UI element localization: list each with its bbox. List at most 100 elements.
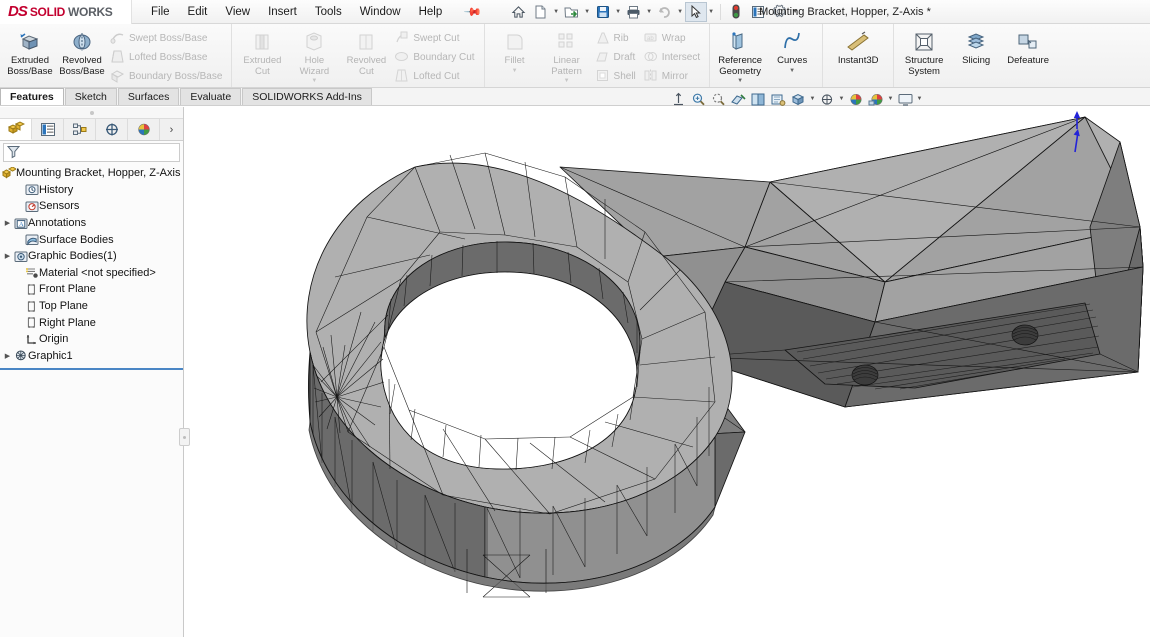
configuration-manager-tab[interactable] — [64, 119, 96, 140]
reference-geometry-dropdown-caret[interactable]: ▼ — [737, 78, 743, 84]
appearance-dropdown-caret[interactable]: ▼ — [837, 96, 846, 102]
slicing-button[interactable]: Slicing — [950, 27, 1002, 67]
tree-item-front-plane[interactable]: Front Plane — [0, 281, 183, 298]
previous-view-icon[interactable] — [708, 90, 728, 109]
mounting-bracket-mesh[interactable]: .f1{fill:#a2a2a2}.f2{fill:#909090}.f3{fi… — [185, 107, 1150, 637]
new-document-dropdown-caret[interactable]: ▼ — [552, 9, 561, 15]
draft-button[interactable]: Draft — [593, 48, 641, 67]
new-document-icon[interactable] — [530, 2, 552, 22]
chevron-right-icon[interactable]: › — [160, 119, 183, 140]
defeature-button[interactable]: Defeature — [1002, 27, 1054, 67]
menu-file[interactable]: File — [142, 3, 179, 21]
linear-pattern-button[interactable]: Linear Pattern ▼ — [541, 27, 593, 84]
tab-surfaces[interactable]: Surfaces — [117, 88, 180, 105]
save-dropdown-caret[interactable]: ▼ — [614, 9, 623, 15]
section-view-icon[interactable] — [728, 90, 748, 109]
hide-show-dropdown-caret[interactable]: ▼ — [808, 96, 817, 102]
select-dropdown-caret[interactable]: ▼ — [707, 9, 716, 15]
print-dropdown-caret[interactable]: ▼ — [645, 9, 654, 15]
filter-input[interactable] — [21, 146, 179, 159]
menu-help[interactable]: Help — [410, 3, 452, 21]
tree-item-material[interactable]: Material <not specified> — [0, 265, 183, 282]
hole-wizard-dropdown-caret[interactable]: ▼ — [311, 78, 317, 84]
mirror-button[interactable]: Mirror — [641, 67, 705, 86]
tree-item-annotations[interactable]: ▶ A Annotations — [0, 215, 183, 232]
hide-show-items-icon[interactable] — [788, 90, 808, 109]
shell-button[interactable]: Shell — [593, 67, 641, 86]
panel-collapse-handle[interactable] — [0, 107, 183, 118]
select-pointer-icon[interactable] — [684, 1, 707, 22]
tree-item-top-plane[interactable]: Top Plane — [0, 298, 183, 315]
undo-icon[interactable] — [654, 2, 676, 22]
tab-sketch[interactable]: Sketch — [64, 88, 117, 105]
revolved-cut-button[interactable]: Revolved Cut — [340, 27, 392, 77]
print-icon[interactable] — [623, 2, 645, 22]
lofted-boss-base-button[interactable]: Lofted Boss/Base — [108, 48, 227, 67]
view-scene-lights-icon[interactable] — [866, 90, 886, 109]
structure-system-button[interactable]: Structure System — [898, 27, 950, 77]
revolved-boss-base-button[interactable]: Revolved Boss/Base — [56, 27, 108, 77]
apply-scene-icon[interactable] — [846, 90, 866, 109]
dimxpert-manager-tab[interactable] — [96, 119, 128, 140]
boundary-cut-button[interactable]: Boundary Cut — [392, 48, 479, 67]
display-manager-tab[interactable] — [128, 119, 160, 140]
curves-dropdown-caret[interactable]: ▼ — [789, 68, 795, 74]
tree-item-history[interactable]: History — [0, 182, 183, 199]
extruded-cut-button[interactable]: Extruded Cut — [236, 27, 288, 77]
boundary-boss-base-button[interactable]: Boundary Boss/Base — [108, 67, 227, 86]
swept-cut-button[interactable]: Swept Cut — [392, 29, 479, 48]
undo-dropdown-caret[interactable]: ▼ — [676, 9, 685, 15]
reference-geometry-button[interactable]: Reference Geometry ▼ — [714, 27, 766, 84]
hole-wizard-button[interactable]: Hole Wizard ▼ — [288, 27, 340, 84]
home-icon[interactable] — [508, 2, 530, 22]
tree-item-part-root[interactable]: Mounting Bracket, Hopper, Z-Axis (Defa — [0, 165, 183, 182]
tab-solidworks-addins[interactable]: SOLIDWORKS Add-Ins — [242, 88, 372, 105]
graphic-bodies-expander[interactable]: ▶ — [2, 252, 13, 260]
rebuild-icon[interactable] — [725, 2, 747, 22]
rib-button[interactable]: Rib — [593, 29, 641, 48]
menu-insert[interactable]: Insert — [259, 3, 306, 21]
view-orientation-icon[interactable] — [748, 90, 768, 109]
tree-item-surface-bodies[interactable]: Surface Bodies — [0, 231, 183, 248]
zoom-to-fit-icon[interactable] — [668, 90, 688, 109]
edit-appearance-icon[interactable] — [817, 90, 837, 109]
intersect-button[interactable]: Intersect — [641, 48, 705, 67]
wrap-button[interactable]: ab Wrap — [641, 29, 705, 48]
annotations-expander[interactable]: ▶ — [2, 219, 13, 227]
tab-features[interactable]: Features — [0, 88, 64, 105]
tree-item-origin[interactable]: Origin — [0, 331, 183, 348]
open-document-dropdown-caret[interactable]: ▼ — [583, 9, 592, 15]
panel-splitter-handle[interactable] — [179, 428, 190, 446]
feature-manager-tab[interactable] — [0, 119, 32, 140]
property-manager-tab[interactable] — [32, 119, 64, 140]
fillet-button[interactable]: Fillet ▼ — [489, 27, 541, 74]
curves-button[interactable]: Curves ▼ — [766, 27, 818, 74]
extruded-boss-base-button[interactable]: Extruded Boss/Base — [4, 27, 56, 77]
menu-window[interactable]: Window — [351, 3, 410, 21]
tree-rollback-bar[interactable] — [0, 368, 183, 370]
fillet-dropdown-caret[interactable]: ▼ — [512, 68, 518, 74]
instant3d-button[interactable]: Instant3D — [827, 27, 889, 67]
graphic1-expander[interactable]: ▶ — [2, 352, 13, 360]
lofted-cut-button[interactable]: Lofted Cut — [392, 67, 479, 86]
scene-dropdown-caret[interactable]: ▼ — [886, 96, 895, 102]
feature-tree-filter[interactable] — [3, 143, 180, 162]
open-document-icon[interactable] — [561, 2, 583, 22]
zoom-area-icon[interactable] — [688, 90, 708, 109]
options-list-icon[interactable] — [747, 2, 769, 22]
tree-item-sensors[interactable]: Sensors — [0, 198, 183, 215]
options-dropdown-caret[interactable]: ▼ — [791, 9, 800, 15]
tree-item-right-plane[interactable]: Right Plane — [0, 314, 183, 331]
gear-icon[interactable] — [769, 2, 791, 22]
menu-tools[interactable]: Tools — [306, 3, 351, 21]
menu-edit[interactable]: Edit — [179, 3, 217, 21]
display-style-icon[interactable] — [768, 90, 788, 109]
tree-item-graphic-bodies[interactable]: ▶ Graphic Bodies(1) — [0, 248, 183, 265]
tab-evaluate[interactable]: Evaluate — [180, 88, 242, 105]
view-settings-dropdown-caret[interactable]: ▼ — [915, 96, 924, 102]
menu-view[interactable]: View — [216, 3, 259, 21]
swept-boss-base-button[interactable]: Swept Boss/Base — [108, 29, 227, 48]
linear-pattern-dropdown-caret[interactable]: ▼ — [564, 78, 570, 84]
graphics-viewport[interactable]: .f1{fill:#a2a2a2}.f2{fill:#909090}.f3{fi… — [185, 107, 1150, 637]
tree-item-graphic1[interactable]: ▶ Graphic1 — [0, 348, 183, 365]
